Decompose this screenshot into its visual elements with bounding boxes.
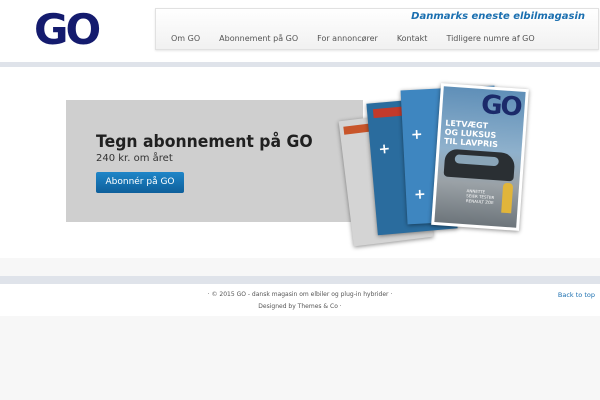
footer-divider bbox=[0, 276, 600, 284]
menu-item-kontakt[interactable]: Kontakt bbox=[397, 34, 428, 43]
menu-item-om-go[interactable]: Om GO bbox=[171, 34, 200, 43]
promo-title: Tegn abonnement på GO bbox=[96, 132, 313, 152]
subscribe-button[interactable]: Abonnér på GO bbox=[96, 172, 184, 193]
site-logo[interactable]: GO bbox=[34, 6, 101, 54]
subscription-promo: Tegn abonnement på GO 240 kr. om året Ab… bbox=[66, 100, 363, 222]
car-image bbox=[443, 148, 516, 182]
cover-headline: LETVÆGT OG LUKSUS TIL LAVPRIS bbox=[443, 118, 499, 150]
plus-icon: + bbox=[377, 140, 391, 158]
copyright-text: · © 2015 GO - dansk magasin om elbiler o… bbox=[207, 291, 393, 298]
nav-bar: Danmarks eneste elbilmagasin Om GO Abonn… bbox=[155, 8, 599, 50]
menu-item-tidligere-numre[interactable]: Tidligere numre af GO bbox=[446, 34, 534, 43]
cover-image: GO LETVÆGT OG LUKSUS TIL LAVPRIS ANNETTE… bbox=[434, 86, 526, 228]
cover-note: ANNETTE SEIER TESTER RENAULT ZOE bbox=[465, 188, 495, 206]
designer-credit[interactable]: Designed by Themes & Co · bbox=[0, 303, 600, 310]
menu-item-annoncoerer[interactable]: For annoncører bbox=[317, 34, 378, 43]
site-tagline: Danmarks eneste elbilmagasin bbox=[411, 11, 585, 22]
person-image bbox=[501, 182, 514, 214]
main-menu: Om GO Abonnement på GO For annoncører Ko… bbox=[171, 34, 535, 43]
plus-icon: + bbox=[413, 186, 427, 203]
magazine-cover-front: GO LETVÆGT OG LUKSUS TIL LAVPRIS ANNETTE… bbox=[431, 83, 529, 231]
plus-icon: + bbox=[410, 126, 424, 144]
site-footer: · © 2015 GO - dansk magasin om elbiler o… bbox=[0, 284, 600, 316]
back-to-top-link[interactable]: Back to top bbox=[558, 291, 595, 299]
menu-item-abonnement[interactable]: Abonnement på GO bbox=[219, 34, 298, 43]
promo-price: 240 kr. om året bbox=[96, 153, 173, 164]
cover-logo: GO bbox=[480, 89, 522, 123]
site-header: GO Danmarks eneste elbilmagasin Om GO Ab… bbox=[0, 0, 600, 62]
